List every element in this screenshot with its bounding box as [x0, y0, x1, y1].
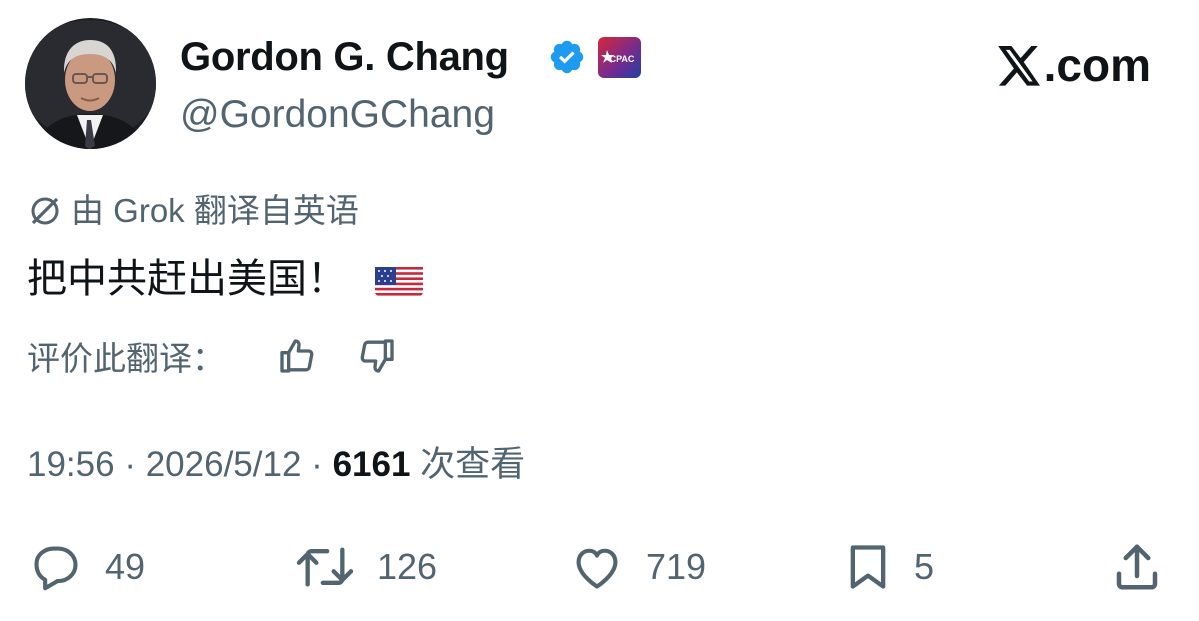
tweet-date[interactable]: 2026/5/12 [146, 445, 302, 484]
repost-count: 126 [377, 546, 438, 587]
reply-button[interactable]: 49 [27, 540, 145, 594]
svg-text:CPAC: CPAC [610, 54, 635, 64]
translation-notice-text: 由 Grok 翻译自英语 [71, 192, 359, 229]
bookmark-icon [850, 545, 886, 589]
like-button[interactable]: 719 [568, 540, 706, 594]
meta-separator: · [124, 445, 136, 484]
thumbs-down-button[interactable] [357, 336, 397, 376]
repost-button[interactable]: 126 [293, 540, 437, 594]
display-name[interactable]: Gordon G. Chang [180, 33, 509, 81]
share-icon [1116, 544, 1158, 590]
share-button[interactable] [1110, 540, 1164, 594]
thumbs-up-button[interactable] [277, 336, 317, 376]
us-flag-icon [375, 262, 423, 296]
tweet-text: 把中共赶出美国！ [27, 253, 423, 305]
user-handle[interactable]: @GordonGChang [180, 92, 495, 138]
like-count: 719 [646, 546, 707, 587]
thumbs-down-icon [360, 339, 394, 373]
affiliation-badge-icon[interactable]: CPAC [598, 37, 641, 78]
tweet-meta: 19:56 · 2026/5/12 · 6161 次查看 [27, 443, 525, 487]
brand-logo-suffix: .com [1043, 39, 1151, 91]
tweet-text-content: 把中共赶出美国！ [27, 257, 347, 301]
rate-translation-label: 评价此翻译： [27, 340, 225, 377]
rate-translation-prompt: 评价此翻译： [27, 334, 225, 378]
views-label: 次查看 [420, 445, 526, 484]
tweet-time[interactable]: 19:56 [27, 445, 115, 484]
reply-count: 49 [105, 546, 146, 587]
translation-notice: 由 Grok 翻译自英语 [27, 191, 359, 231]
meta-separator: · [311, 445, 323, 484]
avatar[interactable] [25, 18, 156, 149]
thumbs-up-icon [280, 339, 314, 373]
grok-icon [31, 197, 59, 225]
repost-icon [296, 547, 354, 587]
views-count[interactable]: 6161 [333, 445, 411, 484]
reply-icon [34, 546, 78, 591]
bookmark-button[interactable]: 5 [842, 540, 934, 594]
heart-icon [576, 548, 618, 589]
verified-badge-icon[interactable] [548, 38, 586, 76]
x-logo-icon [997, 46, 1040, 86]
bookmark-count: 5 [914, 546, 935, 587]
x-brand-logo: .com [997, 39, 1151, 91]
